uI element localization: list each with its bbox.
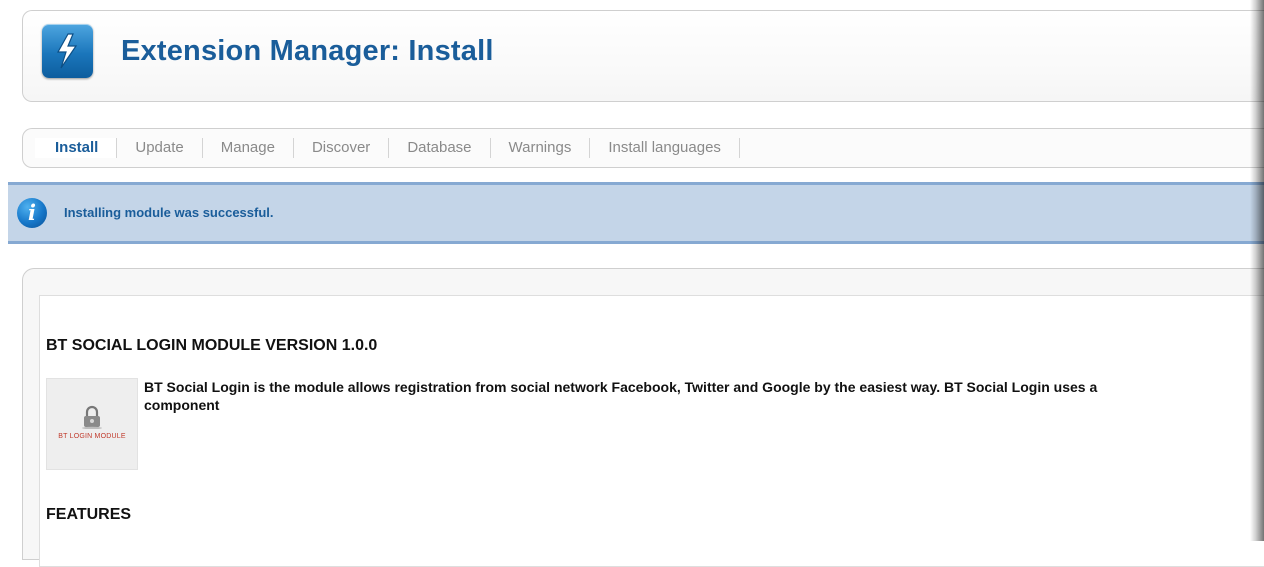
- lock-icon: [82, 405, 102, 429]
- tab-discover[interactable]: Discover: [294, 138, 390, 158]
- system-message: i Installing module was successful.: [8, 182, 1264, 244]
- header-panel: Extension Manager: Install: [22, 10, 1264, 102]
- tab-install[interactable]: Install: [35, 138, 118, 158]
- features-heading: FEATURES: [46, 506, 132, 523]
- info-icon: i: [17, 198, 47, 228]
- thumbnail-label: BT LOGIN MODULE: [58, 433, 126, 440]
- module-description: BT Social Login is the module allows reg…: [144, 378, 1264, 414]
- description-line-1: BT Social Login is the module allows reg…: [144, 379, 1098, 395]
- message-text: Installing module was successful.: [64, 205, 274, 220]
- description-line-2: component: [144, 397, 220, 413]
- module-thumbnail: BT LOGIN MODULE: [46, 378, 138, 470]
- tab-install-languages[interactable]: Install languages: [590, 138, 740, 158]
- lightning-icon: [42, 24, 93, 78]
- module-title: BT SOCIAL LOGIN MODULE VERSION 1.0.0: [46, 337, 378, 354]
- tab-warnings[interactable]: Warnings: [491, 138, 591, 158]
- tab-manage[interactable]: Manage: [203, 138, 294, 158]
- tab-database[interactable]: Database: [389, 138, 491, 158]
- window-edge-shadow: [1250, 0, 1264, 541]
- tab-update[interactable]: Update: [117, 138, 203, 158]
- extension-description: BT SOCIAL LOGIN MODULE VERSION 1.0.0 BT …: [39, 295, 1264, 567]
- content-panel: BT SOCIAL LOGIN MODULE VERSION 1.0.0 BT …: [22, 268, 1264, 567]
- submenu-bar: Install Update Manage Discover Database …: [22, 128, 1264, 168]
- page-title: Extension Manager: Install: [121, 35, 494, 67]
